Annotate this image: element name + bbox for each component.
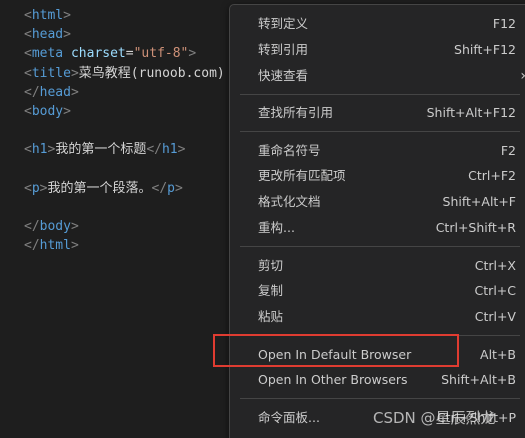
code-token: <: [24, 27, 32, 43]
code-token: >: [63, 8, 71, 23]
menu-item-shortcut: Shift+Alt+B: [441, 372, 516, 387]
code-token: <: [24, 142, 32, 158]
code-token: 我的第一个标题: [55, 142, 147, 158]
code-token: head: [31, 27, 64, 43]
code-token: =: [125, 46, 134, 62]
menu-item-find-all-references[interactable]: 查找所有引用 Shift+Alt+F12: [230, 100, 525, 126]
menu-item-shortcut: Shift+Alt+F12: [426, 105, 516, 120]
code-token: <: [24, 104, 32, 119]
menu-item-label: 转到引用: [258, 42, 309, 57]
menu-separator: [240, 131, 520, 132]
menu-item-rename-symbol[interactable]: 重命名符号 F2: [230, 138, 525, 164]
code-token: </: [151, 180, 168, 196]
code-token: head: [39, 84, 71, 100]
menu-item-shortcut: Ctrl+Shift+R: [435, 220, 516, 235]
code-token: >: [70, 219, 79, 235]
menu-separator: [240, 335, 520, 336]
chevron-right-icon: ›: [520, 67, 525, 85]
menu-item-open-in-other-browsers[interactable]: Open In Other Browsers Shift+Alt+B: [230, 367, 525, 393]
watermark: CSDN @星辰烈龙: [373, 409, 496, 427]
code-token: "utf-8": [133, 46, 189, 62]
code-line: <head>: [24, 25, 71, 44]
clipped-top-line: −−−−−−−−−−: [28, 0, 138, 4]
menu-item-shortcut: Ctrl+F2: [468, 168, 516, 183]
code-token: 菜鸟教程(runoob.com): [78, 65, 225, 81]
menu-item-peek[interactable]: 快速查看 ›: [230, 63, 525, 89]
menu-item-shortcut: Alt+B: [480, 347, 516, 362]
menu-item-go-to-references[interactable]: 转到引用 Shift+F12: [230, 37, 525, 63]
menu-item-label: 查找所有引用: [258, 105, 334, 120]
code-token: >: [70, 84, 79, 100]
menu-item-open-in-default-browser[interactable]: Open In Default Browser Alt+B: [230, 342, 525, 368]
code-token: >: [70, 238, 79, 254]
code-line: </head>: [24, 83, 79, 102]
code-token: </: [24, 84, 40, 100]
code-token: h1: [31, 142, 48, 158]
code-token: >: [63, 104, 71, 119]
menu-item-label: 快速查看: [258, 68, 309, 83]
code-token: >: [174, 180, 183, 196]
code-token: </: [24, 238, 40, 254]
menu-item-label: 格式化文档: [258, 194, 321, 209]
code-token: >: [177, 142, 186, 158]
code-line: </html>: [24, 236, 79, 255]
menu-item-shortcut: Shift+F12: [454, 42, 516, 57]
code-line: <html>: [24, 6, 71, 25]
code-token: <: [24, 8, 32, 23]
menu-separator: [240, 398, 520, 399]
code-token: p: [31, 180, 40, 196]
menu-item-paste[interactable]: 粘贴 Ctrl+V: [230, 304, 525, 330]
code-token: <: [24, 65, 32, 81]
menu-item-shortcut: Ctrl+C: [474, 283, 516, 298]
code-token: </: [146, 142, 162, 158]
menu-item-shortcut: Ctrl+X: [474, 258, 516, 273]
menu-item-format-document[interactable]: 格式化文档 Shift+Alt+F: [230, 189, 525, 215]
code-token: 我的第一个段落。: [47, 180, 152, 196]
menu-item-label: 粘贴: [258, 309, 284, 324]
code-token: </: [24, 219, 40, 235]
menu-item-shortcut: F12: [492, 16, 516, 31]
menu-item-go-to-definition[interactable]: 转到定义 F12: [230, 11, 525, 37]
menu-item-cut[interactable]: 剪切 Ctrl+X: [230, 253, 525, 279]
code-line: <title>菜鸟教程(runoob.com): [24, 64, 225, 83]
menu-item-label: 复制: [258, 283, 284, 298]
code-line: <h1>我的第一个标题</h1>: [24, 140, 185, 159]
menu-item-copy[interactable]: 复制 Ctrl+C: [230, 278, 525, 304]
menu-item-label: 命令面板...: [258, 410, 320, 425]
code-token: h1: [161, 142, 178, 158]
menu-item-label: Open In Other Browsers: [258, 372, 408, 387]
code-line: <p>我的第一个段落。</p>: [24, 179, 183, 198]
code-token: title: [31, 65, 71, 81]
menu-item-label: Open In Default Browser: [258, 347, 412, 362]
code-token: >: [188, 46, 197, 62]
menu-item-label: 转到定义: [258, 16, 309, 31]
code-token: <: [24, 180, 32, 196]
code-line: </body>: [24, 217, 79, 236]
code-token: body: [31, 104, 64, 119]
code-line: <body>: [24, 102, 71, 121]
menu-item-label: 更改所有匹配项: [258, 168, 346, 183]
code-token: p: [167, 180, 175, 196]
code-line: <meta charset="utf-8">: [24, 44, 196, 63]
menu-item-shortcut: Shift+Alt+F: [442, 194, 516, 209]
code-token: >: [63, 27, 71, 43]
code-token: meta: [31, 46, 64, 62]
menu-separator: [240, 246, 520, 247]
code-token: html: [39, 238, 71, 254]
code-token: >: [70, 65, 79, 81]
menu-separator: [240, 94, 520, 95]
code-token: charset: [70, 46, 126, 62]
menu-item-change-all-occurrences[interactable]: 更改所有匹配项 Ctrl+F2: [230, 163, 525, 189]
code-token: <: [24, 46, 32, 62]
menu-item-shortcut: F2: [500, 143, 516, 158]
menu-item-label: 剪切: [258, 258, 284, 273]
menu-item-label: 重命名符号: [258, 143, 321, 158]
editor-context-menu: 转到定义 F12 转到引用 Shift+F12 快速查看 › 查找所有引用 Sh…: [229, 4, 525, 438]
menu-item-refactor[interactable]: 重构... Ctrl+Shift+R: [230, 215, 525, 241]
code-token: html: [31, 8, 64, 23]
code-token: body: [39, 219, 71, 235]
menu-item-shortcut: Ctrl+V: [474, 309, 516, 324]
menu-item-label: 重构...: [258, 220, 295, 235]
